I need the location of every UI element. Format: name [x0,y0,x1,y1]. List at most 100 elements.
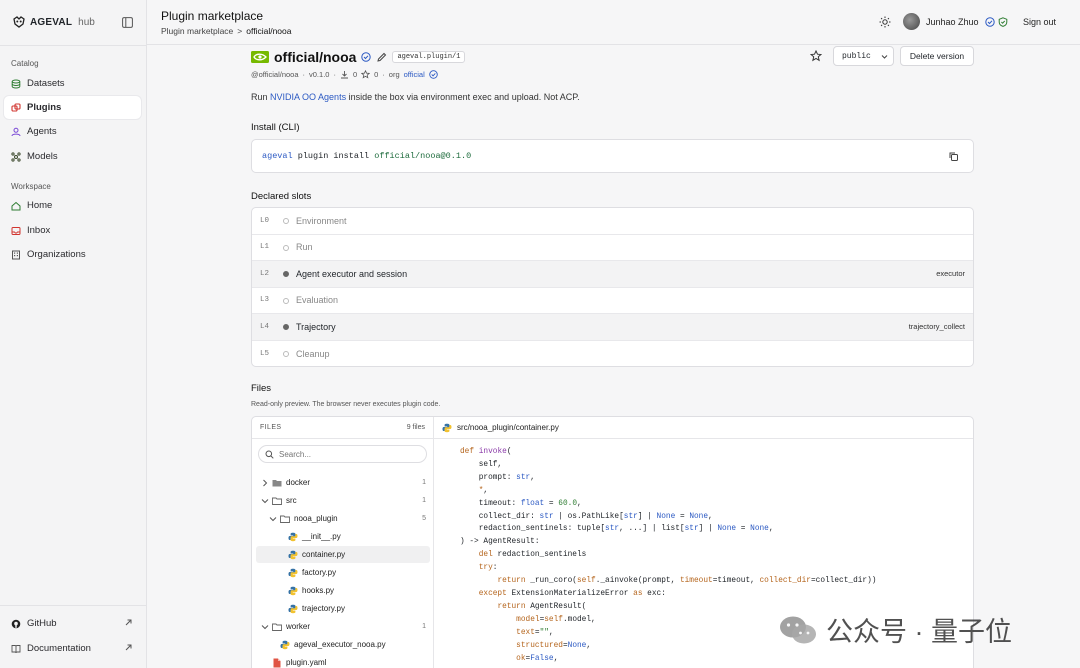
tree-item-file[interactable]: trajectory.py [256,600,430,617]
chevron-down-icon [269,517,277,522]
brand-name: AGEVAL [30,16,73,28]
folder-open-icon [272,497,282,505]
database-icon [11,79,21,89]
breadcrumb: Plugin marketplace > official/nooa [161,26,291,36]
sidebar-item-label: Home [27,200,53,211]
python-file-icon [288,550,298,560]
slot-row[interactable]: L3 Evaluation [252,288,973,314]
brand-sub: hub [78,16,95,28]
sidebar-item-models[interactable]: Models [4,145,141,168]
file-tree-header: FILES 9 files [252,417,433,439]
tree-item-file[interactable]: hooks.py [256,582,430,599]
collapse-sidebar-button[interactable] [120,15,134,29]
plug-icon [11,102,21,113]
slots-heading: Declared slots [251,191,312,202]
cli-subcommand: plugin install [297,151,370,161]
nvidia-agents-link[interactable]: NVIDIA OO Agents [270,92,346,102]
tree-item-label: trajectory.py [302,604,345,613]
tree-item-folder[interactable]: worker 1 [256,618,430,635]
sidebar: AGEVAL hub Catalog Datasets Plugins Agen… [0,0,147,668]
visibility-select[interactable]: public [833,46,894,66]
file-tree-title: FILES [260,424,282,431]
breadcrumb-root[interactable]: Plugin marketplace [161,26,233,36]
catalog-label: Catalog [11,59,39,68]
avatar[interactable] [903,13,920,30]
slot-id: L1 [260,243,270,252]
tree-item-label: __init__.py [302,532,341,541]
breadcrumb-current: official/nooa [246,26,292,36]
sidebar-item-github[interactable]: GitHub [4,612,141,635]
book-icon [11,644,21,654]
tree-item-folder[interactable]: src 1 [256,492,430,509]
desc-text: inside the box via environment exec and … [348,92,580,102]
tree-item-label: nooa_plugin [294,514,338,523]
slot-row[interactable]: L5 Cleanup [252,341,973,367]
page-title: Plugin marketplace [161,9,264,23]
file-search-input[interactable] [279,449,419,459]
slot-row[interactable]: L1 Run [252,235,973,261]
sidebar-item-organizations[interactable]: Organizations [4,243,141,266]
tree-item-label: worker [286,622,311,631]
sign-out-button[interactable]: Sign out [1023,17,1056,27]
verified-check-icon [361,52,372,62]
copy-icon[interactable] [948,151,959,162]
tree-item-label: factory.py [302,568,337,577]
tree-item-file[interactable]: ageval_executor_nooa.py [256,636,430,653]
slot-name: Evaluation [296,295,339,306]
plugin-handle: @official/nooa [251,70,299,79]
slot-name: Cleanup [296,348,330,359]
file-search[interactable] [258,445,427,463]
sidebar-item-inbox[interactable]: Inbox [4,219,141,242]
tree-item-folder[interactable]: docker 1 [256,474,430,491]
file-count: 9 files [406,424,425,431]
wechat-watermark: 公众号 · 量子位 [778,610,1012,649]
org-link[interactable]: official [404,70,425,79]
slot-name: Agent executor and session [296,268,408,279]
meta-separator: · [333,70,336,79]
tree-item-file[interactable]: plugin.yaml [256,654,430,668]
visibility-value: public [842,51,871,61]
slot-id: L2 [260,269,270,278]
sidebar-item-agents[interactable]: Agents [4,120,141,143]
tree-item-label: plugin.yaml [286,658,327,667]
tree-item-count: 1 [422,623,426,630]
slot-status-dot [283,244,289,251]
slot-row[interactable]: L4 Trajectory trajectory_collect [252,314,973,341]
sidebar-item-datasets[interactable]: Datasets [4,72,141,95]
meta-separator: · [302,70,306,79]
chevron-right-icon [263,479,268,487]
sidebar-item-label: Plugins [27,102,62,113]
edit-pencil-icon[interactable] [376,52,387,63]
sidebar-item-home[interactable]: Home [4,194,141,217]
tree-item-folder[interactable]: nooa_plugin 5 [256,510,430,527]
folder-open-icon [272,623,282,631]
shield-icon [998,17,1008,27]
sidebar-item-documentation[interactable]: Documentation [4,637,141,660]
python-file-icon [442,423,452,432]
slot-name: Environment [296,215,347,226]
verified-check-icon [985,17,995,27]
slot-row[interactable]: L2 Agent executor and session executor [252,261,973,288]
python-file-icon [288,586,298,596]
tree-item-file[interactable]: __init__.py [256,528,430,545]
star-button-icon[interactable] [810,50,822,62]
tree-item-file[interactable]: factory.py [256,564,430,581]
search-icon [265,450,274,459]
slot-row[interactable]: L0 Environment [252,208,973,235]
python-file-icon [288,532,298,542]
files-heading: Files [251,383,272,394]
brand[interactable]: AGEVAL hub [12,14,95,30]
theme-toggle-sun-icon[interactable] [879,16,891,28]
sidebar-toggle-icon [121,16,133,28]
tree-item-file-selected[interactable]: container.py [256,546,430,563]
plugin-version: v0.1.0 [309,70,330,79]
tree-item-label: docker [286,478,311,487]
sidebar-item-plugins[interactable]: Plugins [4,96,141,119]
file-tree: FILES 9 files docker 1 src 1 [252,417,434,668]
user-name[interactable]: Junhao Zhuo [926,17,979,27]
plugin-kind-badge: ageval.plugin/1 [392,51,466,63]
sidebar-item-label: GitHub [27,618,57,629]
delete-version-button[interactable]: Delete version [900,46,974,66]
sidebar-item-label: Models [27,151,58,162]
tree-item-count: 1 [422,479,426,486]
